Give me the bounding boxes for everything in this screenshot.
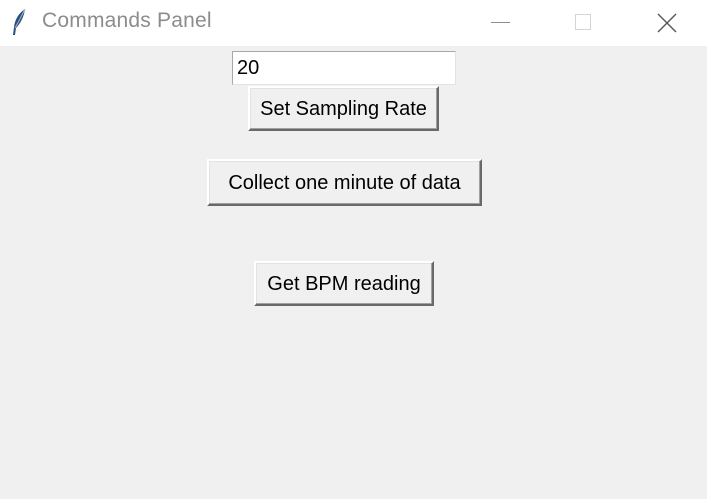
feather-icon <box>10 8 28 36</box>
collect-data-button[interactable]: Collect one minute of data <box>207 159 482 206</box>
minimize-button[interactable] <box>477 0 523 46</box>
title-bar[interactable]: Commands Panel <box>0 0 707 46</box>
maximize-icon <box>575 14 591 30</box>
close-button[interactable] <box>644 0 690 46</box>
maximize-button[interactable] <box>560 0 606 46</box>
window-title: Commands Panel <box>42 9 212 32</box>
commands-panel-window: Commands Panel Set Sampling Rate Collect… <box>0 0 707 499</box>
get-bpm-button[interactable]: Get BPM reading <box>254 261 434 306</box>
sampling-rate-input[interactable] <box>232 51 456 85</box>
minimize-icon <box>491 22 510 23</box>
set-sampling-rate-button[interactable]: Set Sampling Rate <box>248 86 439 131</box>
